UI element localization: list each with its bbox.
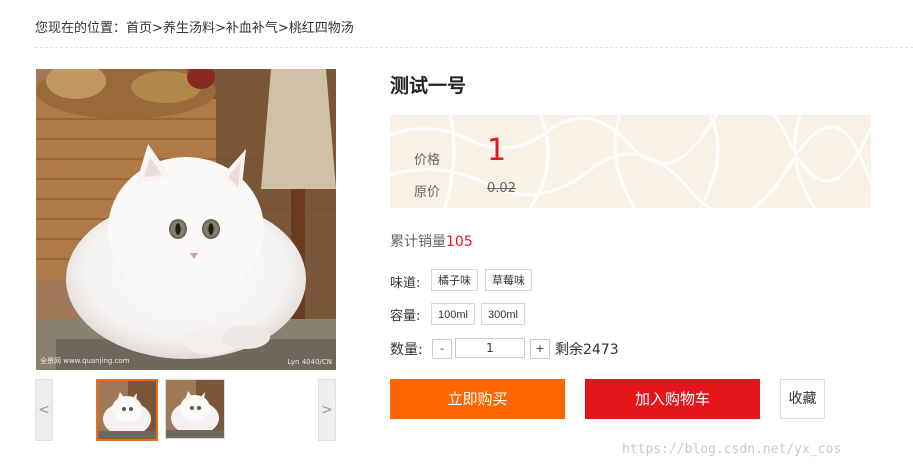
favorite-button[interactable]: 收藏: [780, 379, 825, 419]
price-panel: 价格 1 原价 0.02: [390, 115, 871, 208]
quantity-input[interactable]: [455, 338, 525, 358]
price-panel-background-pattern: [390, 115, 871, 208]
chevron-right-icon: >: [321, 402, 333, 418]
white-cat-thumbnail: [98, 381, 156, 439]
thumbnail-next-button[interactable]: >: [318, 379, 336, 441]
original-price-label: 原价: [414, 185, 441, 200]
blog-watermark: https://blog.csdn.net/yx_cos: [622, 442, 842, 457]
original-price-value: 0.02: [487, 181, 516, 196]
breadcrumb-link-home[interactable]: 首页: [126, 21, 152, 36]
capacity-label: 容量:: [390, 309, 421, 324]
product-main-image: 全景网 www.quanjing.com Lyn 4040/CN: [36, 69, 336, 370]
quantity-increase-button[interactable]: +: [530, 339, 550, 359]
breadcrumb-link-category[interactable]: 养生汤料: [163, 21, 215, 36]
breadcrumb-separator: >: [277, 21, 289, 36]
flavor-option-orange[interactable]: 橘子味: [431, 269, 478, 291]
thumbnail-item[interactable]: [96, 379, 158, 441]
breadcrumb: 您现在的位置：首页>养生汤料>补血补气>桃红四物汤: [35, 17, 354, 36]
flavor-label: 味道:: [390, 276, 421, 291]
product-title: 测试一号: [390, 75, 467, 97]
photo-watermark: 全景网 www.quanjing.com: [40, 357, 130, 365]
photo-watermark: Lyn 4040/CN: [287, 358, 332, 366]
capacity-option-300ml[interactable]: 300ml: [481, 303, 525, 325]
breadcrumb-separator: >: [152, 21, 163, 36]
price-value: 1: [487, 133, 507, 168]
quantity-decrease-button[interactable]: -: [432, 339, 452, 359]
white-cat-thumbnail: [166, 380, 224, 438]
sales-number: 105: [446, 234, 473, 250]
price-label: 价格: [414, 153, 441, 168]
sales-count: 累计销量105: [390, 231, 473, 251]
breadcrumb-divider: [35, 47, 913, 48]
capacity-option-100ml[interactable]: 100ml: [431, 303, 475, 325]
chevron-left-icon: <: [38, 402, 50, 418]
buy-now-button[interactable]: 立即购买: [390, 379, 565, 419]
thumbnail-item[interactable]: [165, 379, 225, 439]
breadcrumb-separator: >: [214, 21, 226, 36]
sales-label: 累计销量: [390, 234, 446, 250]
white-cat-photo: [36, 69, 336, 370]
breadcrumb-prefix: 您现在的位置：: [35, 21, 127, 36]
flavor-option-strawberry[interactable]: 草莓味: [485, 269, 532, 291]
breadcrumb-link-current[interactable]: 桃红四物汤: [289, 21, 354, 36]
add-to-cart-button[interactable]: 加入购物车: [585, 379, 760, 419]
quantity-label: 数量:: [390, 342, 423, 358]
breadcrumb-link-subcategory[interactable]: 补血补气: [226, 21, 278, 36]
stock-remaining: 剩余2473: [555, 342, 619, 358]
thumbnail-prev-button[interactable]: <: [35, 379, 53, 441]
